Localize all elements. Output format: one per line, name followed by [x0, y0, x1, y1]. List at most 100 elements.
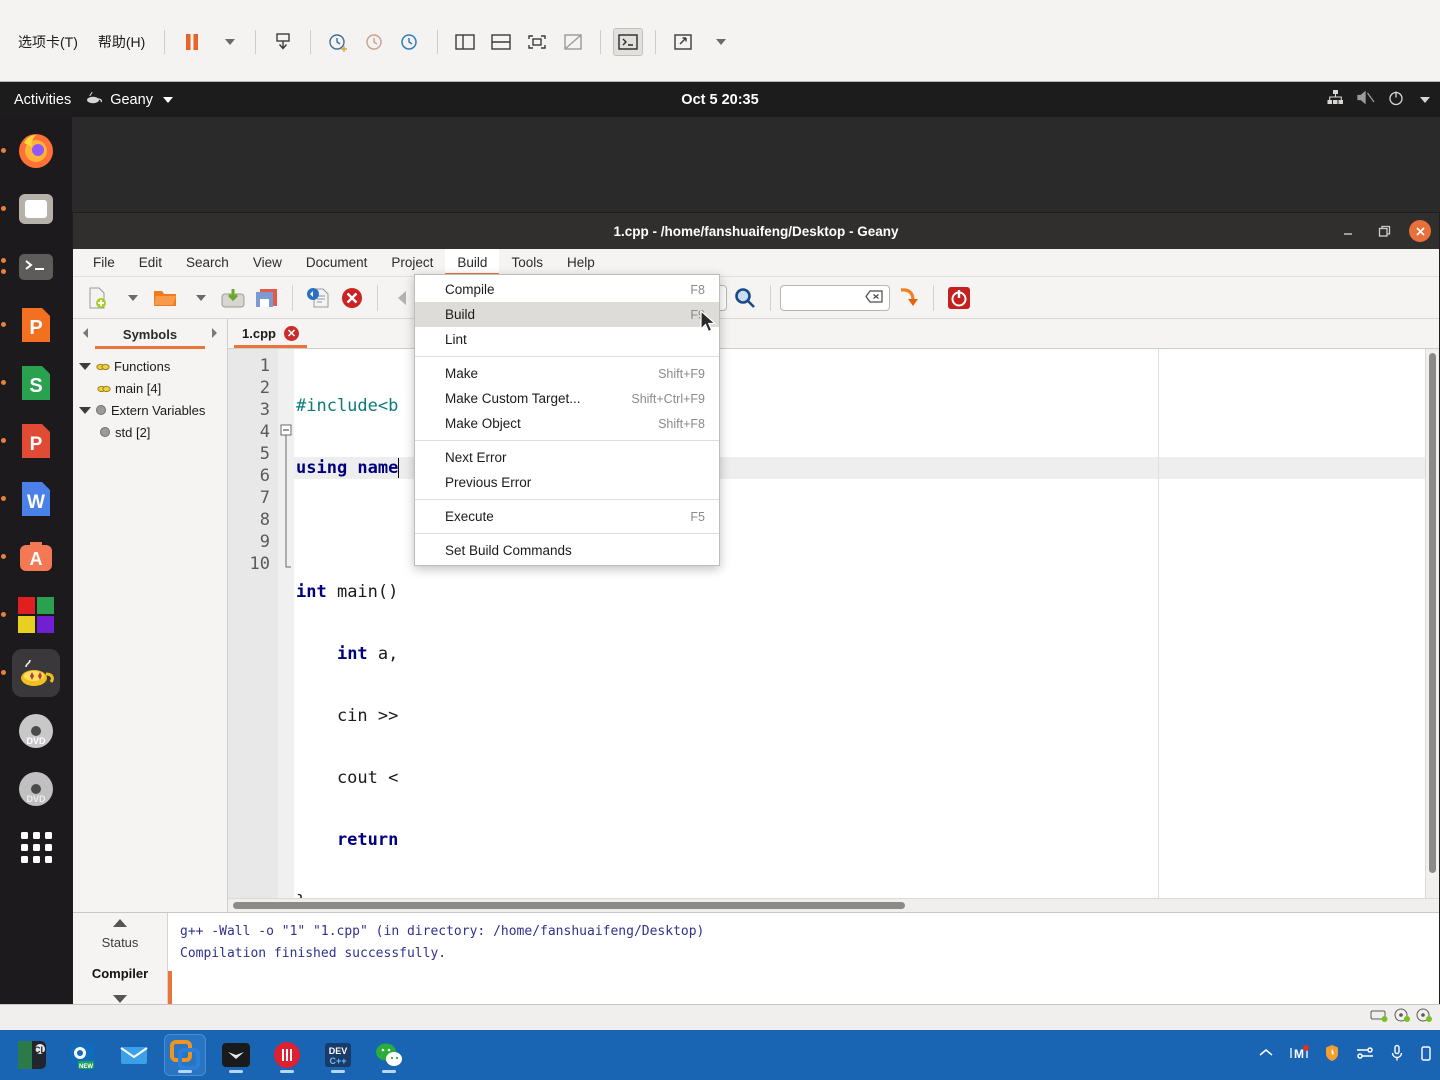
- build-menu-next-error[interactable]: Next Error: [415, 445, 719, 470]
- send-ctrl-alt-del-icon[interactable]: [268, 28, 298, 56]
- open-file-caret-icon[interactable]: [183, 282, 215, 314]
- dock-item-files[interactable]: [1, 185, 60, 233]
- snapshot-manager-icon[interactable]: [395, 28, 425, 56]
- build-menu-set-build-commands[interactable]: Set Build Commands: [415, 538, 719, 563]
- dock-item-app-tiles[interactable]: [1, 591, 60, 639]
- vm-disk-status-icon[interactable]: [1370, 1008, 1388, 1027]
- close-file-button[interactable]: [336, 282, 368, 314]
- dock-item-wps-pdf[interactable]: P: [1, 417, 60, 465]
- symbol-main[interactable]: main [4]: [73, 377, 227, 399]
- arrow-down-icon[interactable]: [113, 995, 127, 1003]
- clear-icon[interactable]: [865, 289, 883, 306]
- code-editor[interactable]: 1 2 3 4 5 6 7 8 9 10 #include<b using na…: [228, 349, 1439, 898]
- symbol-group-functions[interactable]: Functions: [73, 355, 227, 377]
- menu-view[interactable]: View: [241, 249, 294, 276]
- new-file-button[interactable]: [81, 282, 113, 314]
- minimize-button[interactable]: [1337, 220, 1359, 242]
- menu-document[interactable]: Document: [294, 249, 380, 276]
- view-side-by-side-icon[interactable]: [450, 28, 480, 56]
- taskbar-app-dark[interactable]: [216, 1035, 256, 1075]
- tray-battery-icon[interactable]: [1420, 1045, 1432, 1066]
- build-menu-make[interactable]: Make Shift+F9: [415, 361, 719, 386]
- build-menu-lint[interactable]: Lint: [415, 327, 719, 352]
- build-menu-build[interactable]: Build F9: [415, 302, 719, 327]
- view-stacked-icon[interactable]: [486, 28, 516, 56]
- close-button[interactable]: [1409, 220, 1431, 242]
- tray-input-method-icon[interactable]: M: [1290, 1044, 1309, 1065]
- menu-help[interactable]: Help: [555, 249, 607, 276]
- activities-button[interactable]: Activities: [0, 92, 85, 108]
- arrow-up-icon[interactable]: [113, 919, 127, 927]
- menu-search[interactable]: Search: [174, 249, 241, 276]
- menu-file[interactable]: File: [81, 249, 127, 276]
- tray-show-hidden-icon[interactable]: [1258, 1046, 1274, 1064]
- goto-line-input[interactable]: [780, 284, 890, 311]
- clock[interactable]: Oct 5 20:35: [0, 92, 1440, 108]
- dock-item-geany[interactable]: [1, 649, 60, 697]
- chevron-left-icon[interactable]: [81, 327, 91, 342]
- taskbar-devcpp[interactable]: DEV C++: [318, 1035, 358, 1075]
- pause-icon[interactable]: [177, 28, 207, 56]
- taskbar-vmware[interactable]: [164, 1034, 206, 1076]
- build-menu-execute[interactable]: Execute F5: [415, 504, 719, 529]
- pause-dropdown-caret-icon[interactable]: [213, 28, 243, 56]
- snapshot-revert-icon[interactable]: [359, 28, 389, 56]
- expand-icon[interactable]: [668, 28, 698, 56]
- build-menu-make-object[interactable]: Make Object Shift+F8: [415, 411, 719, 436]
- taskbar-clion[interactable]: CL: [12, 1035, 52, 1075]
- vm-cd2-status-icon[interactable]: [1416, 1008, 1432, 1027]
- dock-item-wps-writer[interactable]: W: [1, 475, 60, 523]
- msgtab-status[interactable]: Status: [73, 927, 167, 958]
- console-icon[interactable]: [613, 28, 644, 56]
- view-unity-icon[interactable]: [558, 28, 588, 56]
- symbol-std[interactable]: std [2]: [73, 421, 227, 443]
- menu-build[interactable]: Build: [445, 249, 500, 276]
- taskbar-app-red[interactable]: [267, 1035, 307, 1075]
- system-indicators[interactable]: [1327, 90, 1430, 110]
- tray-microphone-icon[interactable]: [1390, 1044, 1404, 1067]
- dock-item-firefox[interactable]: [1, 127, 60, 175]
- save-all-button[interactable]: [251, 282, 283, 314]
- vmware-help-menu[interactable]: 帮助(H): [88, 28, 155, 56]
- editor-horizontal-scrollbar[interactable]: [228, 898, 1439, 912]
- editor-vertical-scrollbar[interactable]: [1425, 349, 1439, 898]
- compiler-output[interactable]: g++ -Wall -o "1" "1.cpp" (in directory: …: [168, 913, 1439, 1004]
- dock-item-show-apps[interactable]: [12, 823, 60, 871]
- new-file-caret-icon[interactable]: [115, 282, 147, 314]
- expander-triangle-icon[interactable]: [79, 362, 91, 370]
- taskbar-mail[interactable]: [114, 1035, 154, 1075]
- view-fullscreen-icon[interactable]: [522, 28, 552, 56]
- maximize-button[interactable]: [1373, 220, 1395, 242]
- jump-to-line-icon[interactable]: [892, 282, 924, 314]
- menu-edit[interactable]: Edit: [127, 249, 174, 276]
- taskbar-outlook[interactable]: NEW: [63, 1035, 103, 1075]
- tray-settings-icon[interactable]: [1356, 1046, 1374, 1065]
- msgtab-compiler[interactable]: Compiler: [73, 958, 167, 989]
- dock-item-terminal[interactable]: [1, 243, 60, 291]
- dock-item-dvd-2[interactable]: DVD: [12, 765, 60, 813]
- app-menu[interactable]: Geany: [85, 91, 173, 109]
- build-menu-make-custom-target[interactable]: Make Custom Target... Shift+Ctrl+F9: [415, 386, 719, 411]
- expander-triangle-icon[interactable]: [79, 406, 91, 414]
- build-menu-compile[interactable]: Compile F8: [415, 277, 719, 302]
- dock-item-dvd-1[interactable]: DVD: [12, 707, 60, 755]
- build-menu-previous-error[interactable]: Previous Error: [415, 470, 719, 495]
- vm-cd-status-icon[interactable]: [1394, 1008, 1410, 1027]
- tray-security-icon[interactable]: [1324, 1044, 1340, 1067]
- chevron-right-icon[interactable]: [209, 327, 219, 342]
- open-file-button[interactable]: [149, 282, 181, 314]
- save-button[interactable]: [217, 282, 249, 314]
- menu-tools[interactable]: Tools: [499, 249, 555, 276]
- dock-item-wps-spreadsheet[interactable]: S: [1, 359, 60, 407]
- search-icon[interactable]: [729, 282, 761, 314]
- revert-button[interactable]: [302, 282, 334, 314]
- expand-caret-icon[interactable]: [704, 28, 734, 56]
- dock-item-ubuntu-software[interactable]: A: [1, 533, 60, 581]
- dock-item-wps-presentation[interactable]: P: [1, 301, 60, 349]
- vmware-tabs-menu[interactable]: 选项卡(T): [8, 28, 88, 56]
- symbol-group-extern-variables[interactable]: Extern Variables: [73, 399, 227, 421]
- doc-tab-1cpp[interactable]: 1.cpp ✕: [228, 319, 313, 348]
- quit-icon[interactable]: [943, 282, 975, 314]
- menu-project[interactable]: Project: [379, 249, 445, 276]
- taskbar-wechat[interactable]: [369, 1035, 409, 1075]
